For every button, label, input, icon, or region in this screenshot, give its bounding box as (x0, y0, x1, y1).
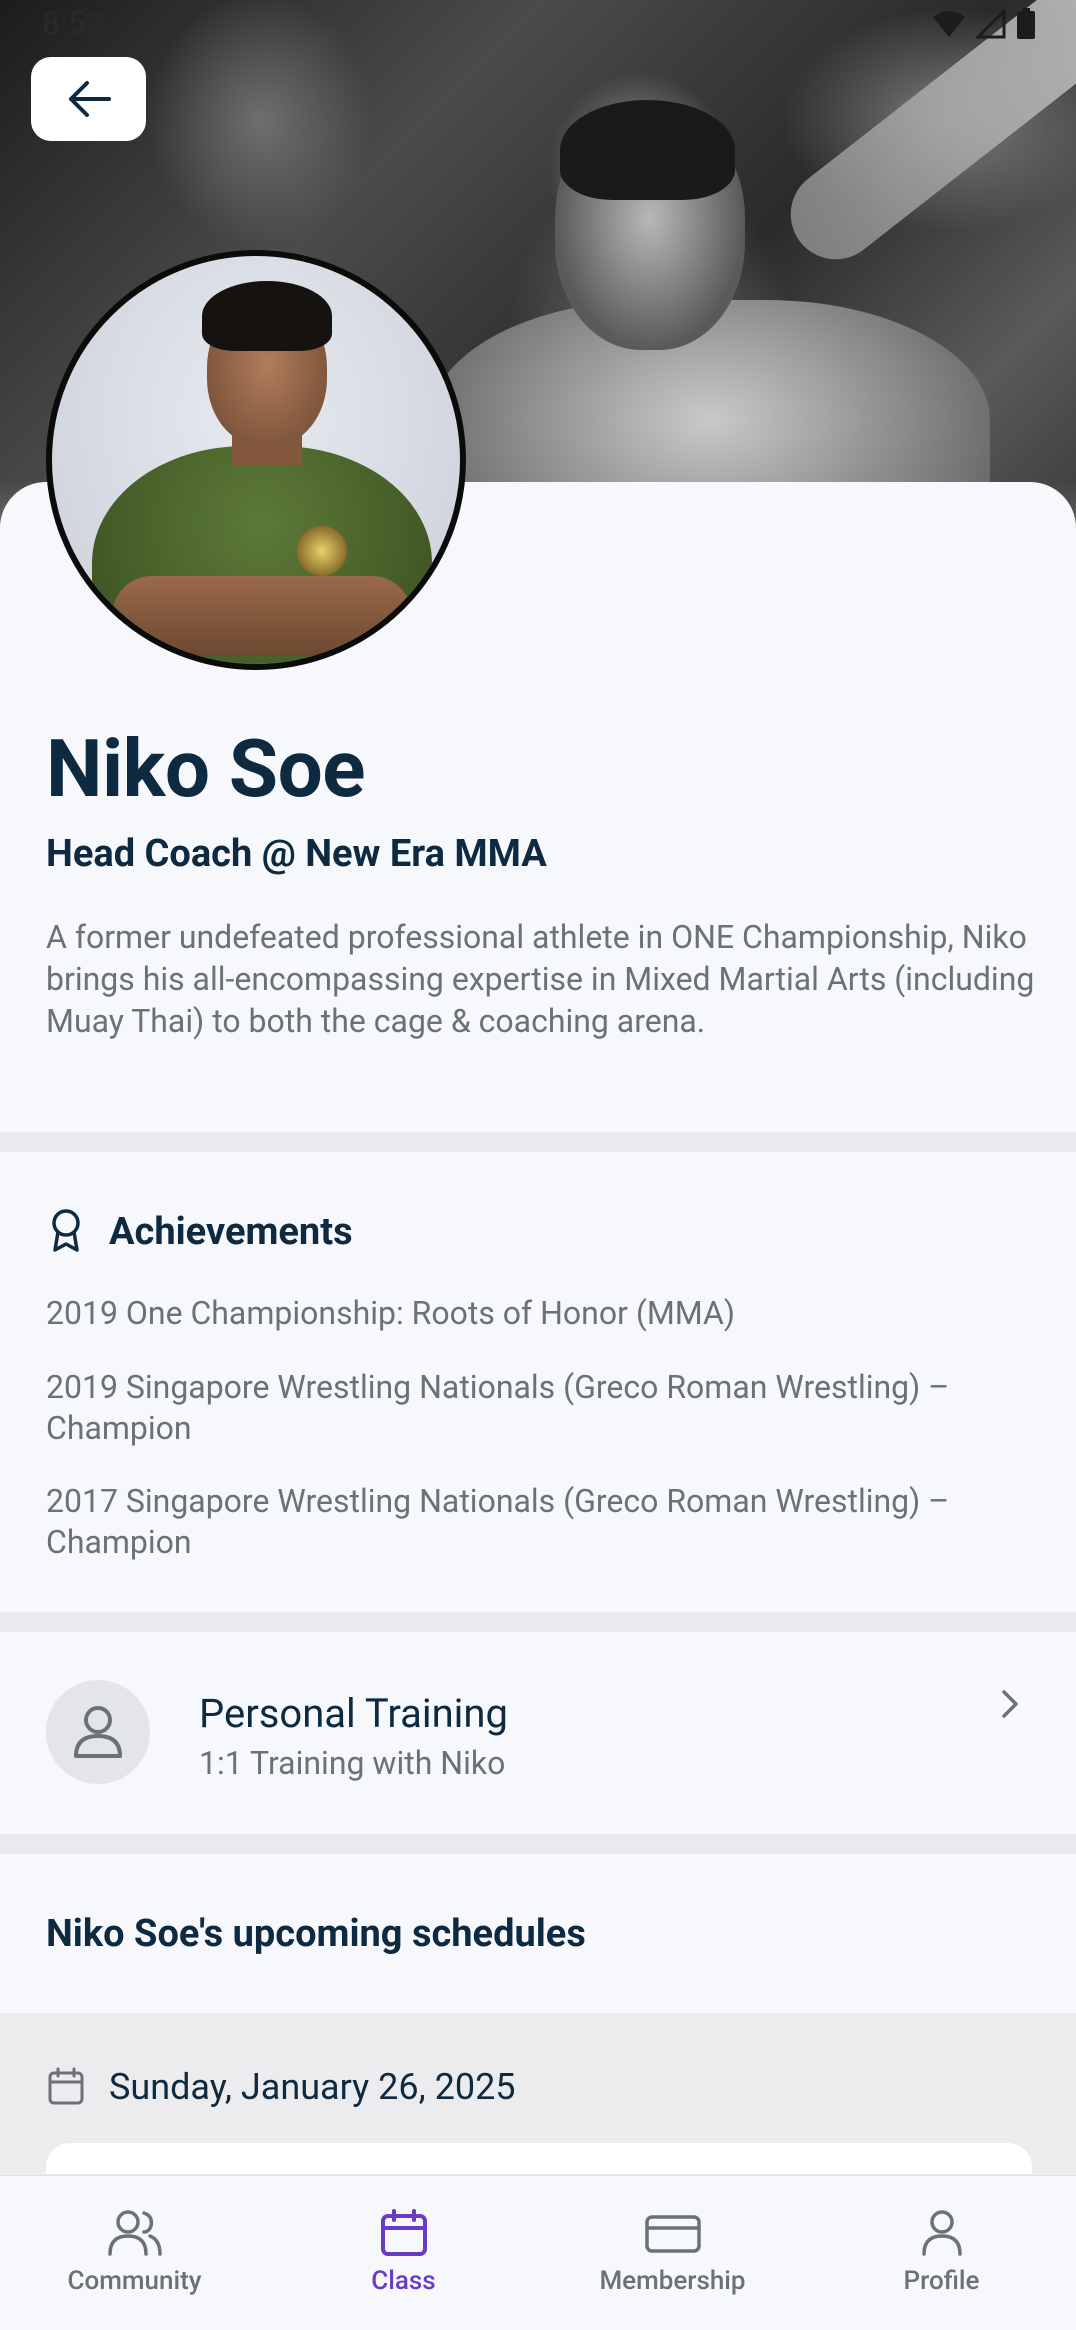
nav-label: Class (371, 2266, 436, 2296)
nav-membership[interactable]: Membership (538, 2176, 807, 2330)
schedules-heading: Niko Soe's upcoming schedules (46, 1912, 586, 1956)
arrow-left-icon (68, 81, 111, 117)
avatar-shirt-logo (297, 526, 347, 576)
achievement-item: 2019 One Championship: Roots of Honor (M… (46, 1294, 735, 1332)
coach-name: Niko Soe (46, 722, 366, 816)
hero-fighter-hair (560, 100, 735, 200)
nav-class[interactable]: Class (269, 2176, 538, 2330)
wifi-icon (933, 11, 965, 37)
calendar-icon (380, 2209, 427, 2256)
bottom-navigation: Community Class Membership Profile (0, 2174, 1076, 2330)
nav-profile[interactable]: Profile (807, 2176, 1076, 2330)
section-divider (0, 1612, 1076, 1632)
status-bar: 8:52 (0, 0, 1076, 46)
nav-label: Membership (599, 2266, 746, 2296)
section-divider (0, 1132, 1076, 1152)
signal-icon (976, 9, 1006, 39)
avatar-arms (112, 576, 412, 656)
user-icon (921, 2210, 962, 2256)
coach-bio: A former undefeated professional athlete… (46, 918, 1035, 1040)
calendar-icon (48, 2067, 84, 2105)
nav-label: Community (67, 2266, 202, 2296)
nav-label: Profile (903, 2266, 980, 2296)
achievements-heading: Achievements (109, 1210, 353, 1254)
personal-training-title: Personal Training (199, 1690, 508, 1737)
achievement-item: 2017 Singapore Wrestling Nationals (Grec… (46, 1482, 950, 1561)
avatar-hair (202, 281, 332, 351)
status-time: 8:52 (42, 4, 104, 42)
user-icon (74, 1706, 122, 1758)
battery-icon (1017, 8, 1035, 39)
chevron-right-icon (1002, 1690, 1018, 1718)
coach-avatar (46, 250, 466, 670)
status-icons (932, 8, 1036, 40)
pt-avatar (46, 1680, 150, 1784)
section-divider (0, 1834, 1076, 1854)
users-icon (107, 2210, 162, 2256)
nav-community[interactable]: Community (0, 2176, 269, 2330)
personal-training-row[interactable]: Personal Training 1:1 Training with Niko (0, 1636, 1076, 1834)
back-button[interactable] (31, 57, 146, 141)
schedule-date: Sunday, January 26, 2025 (109, 2066, 516, 2108)
card-icon (644, 2215, 701, 2253)
personal-training-subtitle: 1:1 Training with Niko (199, 1744, 506, 1782)
coach-title: Head Coach @ New Era MMA (46, 832, 547, 876)
achievement-item: 2019 Singapore Wrestling Nationals (Grec… (46, 1368, 950, 1447)
award-icon (52, 1209, 80, 1252)
